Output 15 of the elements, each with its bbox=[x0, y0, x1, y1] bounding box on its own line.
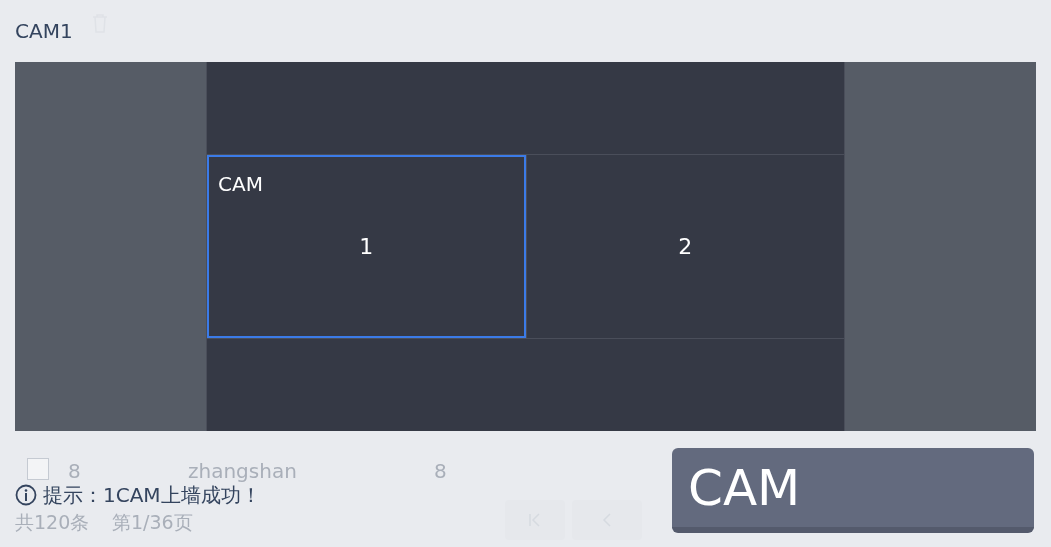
cell-label: CAM bbox=[218, 171, 263, 198]
cell-number: 1 bbox=[359, 233, 374, 261]
table-cell-text: 8 bbox=[68, 458, 81, 485]
cell-number: 2 bbox=[678, 233, 693, 261]
checkbox[interactable] bbox=[27, 458, 49, 480]
table-cell-text: zhangshan bbox=[188, 458, 297, 485]
info-icon bbox=[15, 483, 37, 506]
table-cell-text: 8 bbox=[434, 458, 447, 485]
tip-message: 提示：1CAM上墙成功！ bbox=[43, 482, 261, 509]
pagination-summary: 第1/36页 bbox=[112, 510, 193, 535]
pagination-summary: 共120条 bbox=[15, 510, 90, 535]
cam-button[interactable]: CAM bbox=[672, 448, 1034, 533]
wall-cell[interactable]: CAM 1 bbox=[207, 155, 526, 338]
page-title: CAM1 bbox=[15, 18, 73, 45]
wall-cell[interactable]: 2 bbox=[525, 155, 844, 338]
